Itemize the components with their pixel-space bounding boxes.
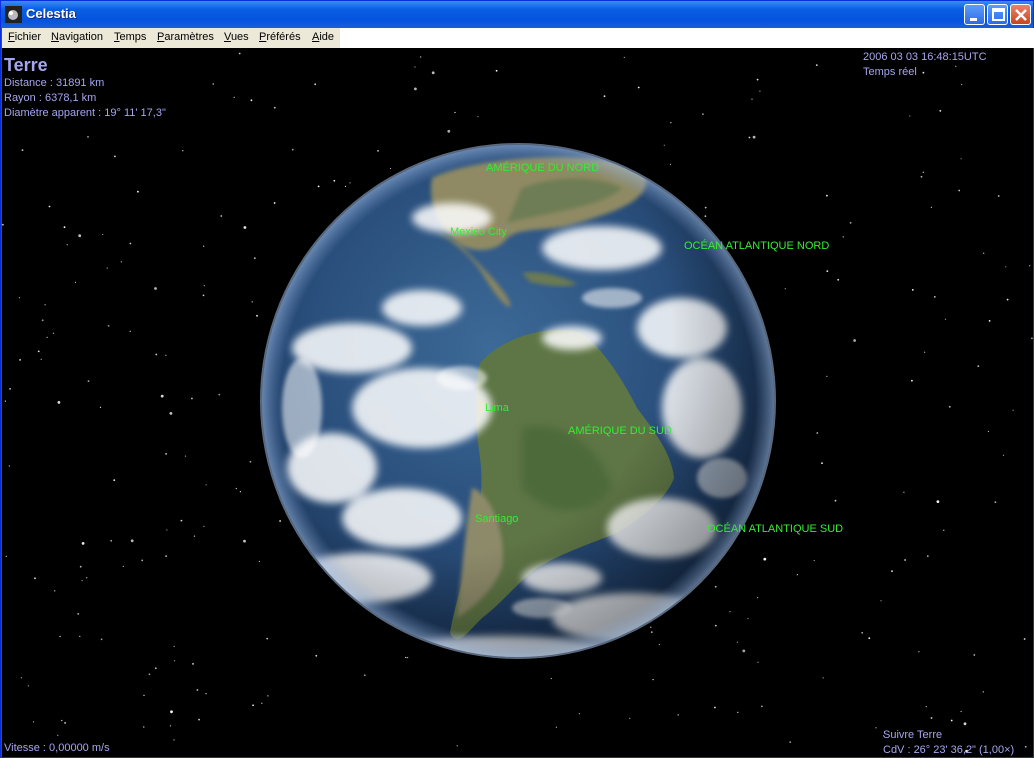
- close-button[interactable]: [1010, 4, 1031, 25]
- window-title: Celestia: [26, 6, 76, 21]
- label-south-atlantic: OCÉAN ATLANTIQUE SUD: [707, 523, 844, 535]
- radius-readout: Rayon : 6378,1 km: [4, 92, 97, 104]
- label-north-america: AMÉRIQUE DU NORD: [486, 162, 600, 174]
- menu-aide[interactable]: Aide: [312, 31, 334, 43]
- label-lima: Lima: [485, 402, 509, 414]
- minimize-button[interactable]: [964, 4, 985, 25]
- close-icon: [1015, 9, 1027, 21]
- label-south-america: AMÉRIQUE DU SUD: [568, 425, 672, 437]
- menu-fichier[interactable]: Fichier: [8, 31, 41, 43]
- maximize-icon: [992, 8, 1005, 21]
- time-mode-readout: Temps réel: [863, 66, 917, 78]
- minimize-icon: [970, 18, 977, 21]
- apparent-diameter-readout: Diamètre apparent : 19° 11' 17,3": [4, 107, 166, 119]
- speed-readout: Vitesse : 0,00000 m/s: [4, 742, 110, 754]
- fov-readout: CdV : 26° 23' 36,2" (1,00×): [883, 744, 1015, 756]
- 3d-viewport[interactable]: Terre Distance : 31891 km Rayon : 6378,1…: [2, 48, 1033, 757]
- datetime-readout: 2006 03 03 16:48:15UTC: [863, 51, 987, 63]
- menu-navigation[interactable]: Navigation: [51, 31, 103, 43]
- label-santiago: Santiago: [475, 513, 519, 525]
- distance-readout: Distance : 31891 km: [4, 77, 105, 89]
- maximize-button[interactable]: [987, 4, 1008, 25]
- menu-preferes[interactable]: Préférés: [259, 31, 301, 43]
- celestia-app-icon: [5, 6, 22, 23]
- label-mexico-city: Mexico City: [450, 226, 507, 238]
- celestia-window: Celestia Fichier Navigation Temps Paramè…: [0, 0, 1034, 758]
- menu-parametres[interactable]: Paramètres: [157, 31, 214, 43]
- menu-bar-filler: [340, 28, 1034, 48]
- follow-readout: Suivre Terre: [883, 729, 943, 741]
- menu-bar: Fichier Navigation Temps Paramètres Vues…: [2, 28, 1034, 48]
- label-north-atlantic: OCÉAN ATLANTIQUE NORD: [684, 240, 830, 252]
- title-bar[interactable]: Celestia: [1, 1, 1033, 28]
- menu-vues[interactable]: Vues: [224, 31, 249, 43]
- earth-globe[interactable]: [2, 48, 1033, 757]
- selected-object-name: Terre: [4, 55, 48, 75]
- menu-temps[interactable]: Temps: [114, 31, 146, 43]
